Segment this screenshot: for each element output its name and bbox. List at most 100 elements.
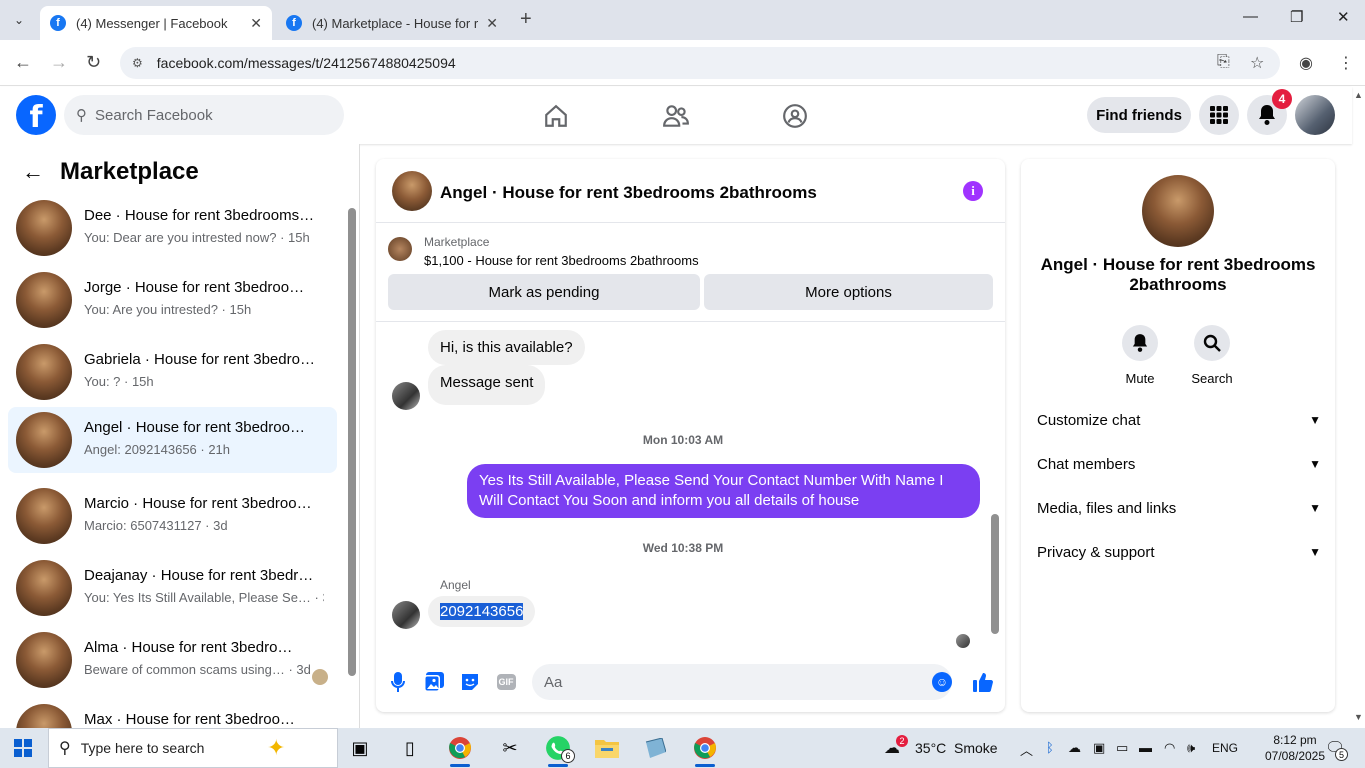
microphone-icon[interactable] bbox=[387, 671, 409, 693]
customize-chat-row[interactable]: Customize chat ▼ bbox=[1037, 408, 1321, 432]
mark-as-pending-button[interactable]: Mark as pending bbox=[388, 274, 700, 310]
chrome-profile-icon[interactable] bbox=[691, 734, 719, 767]
battery-icon[interactable]: ▬ bbox=[1139, 740, 1152, 755]
profile-icon[interactable]: ◉ bbox=[1299, 53, 1313, 73]
facebook-favicon-icon: f bbox=[286, 15, 302, 31]
close-tab-icon[interactable]: ✕ bbox=[486, 15, 498, 32]
message-bubble-received: Hi, is this available? bbox=[428, 330, 585, 365]
sticker-icon[interactable] bbox=[459, 671, 481, 693]
find-friends-button[interactable]: Find friends bbox=[1087, 97, 1191, 133]
conversation-avatar bbox=[16, 412, 72, 468]
file-icon[interactable]: ▯ bbox=[396, 734, 424, 762]
weather-text[interactable]: Smoke bbox=[954, 740, 998, 756]
back-arrow-icon[interactable]: ← bbox=[22, 159, 44, 185]
reload-icon[interactable]: ↻ bbox=[86, 52, 101, 73]
more-options-button[interactable]: More options bbox=[704, 274, 993, 310]
gif-icon[interactable]: GIF bbox=[495, 671, 517, 693]
conversation-item-deajanay[interactable]: Deajanay · House for rent 3bedr… You: Ye… bbox=[8, 555, 337, 621]
chrome-icon[interactable] bbox=[446, 734, 474, 767]
mute-button[interactable]: Mute bbox=[1110, 325, 1170, 386]
notification-center-badge: 5 bbox=[1335, 748, 1348, 761]
whatsapp-icon[interactable]: 6 bbox=[544, 734, 575, 767]
thumbs-up-icon[interactable] bbox=[972, 671, 994, 693]
search-in-chat-button[interactable]: Search bbox=[1182, 325, 1242, 386]
search-icon bbox=[1194, 325, 1230, 361]
conversation-avatar bbox=[16, 200, 72, 256]
contact-avatar[interactable] bbox=[1142, 175, 1214, 247]
close-tab-icon[interactable]: ✕ bbox=[250, 15, 262, 32]
language-indicator[interactable]: ENG bbox=[1212, 741, 1238, 755]
sidebar-header: ← Marketplace bbox=[22, 158, 199, 186]
maximize-icon[interactable]: ❐ bbox=[1290, 8, 1303, 26]
chat-scrollbar[interactable] bbox=[990, 324, 1000, 649]
facebook-search-input[interactable]: ⚲ Search Facebook bbox=[64, 95, 344, 135]
tab-messenger[interactable]: f (4) Messenger | Facebook ✕ bbox=[40, 6, 272, 40]
volume-icon[interactable]: 🕪 bbox=[1187, 740, 1195, 756]
sidebar-scrollbar[interactable] bbox=[347, 194, 357, 724]
address-bar: ← → ↻ ⚙ facebook.com/messages/t/24125674… bbox=[0, 40, 1365, 86]
media-files-links-row[interactable]: Media, files and links ▼ bbox=[1037, 496, 1321, 520]
conversation-item-angel[interactable]: Angel · House for rent 3bedroo… Angel: 2… bbox=[8, 407, 337, 473]
tab-marketplace[interactable]: f (4) Marketplace - House for rent ✕ bbox=[276, 6, 508, 40]
device-icon[interactable]: ▣ bbox=[1093, 740, 1105, 756]
windows-start-icon[interactable] bbox=[14, 739, 32, 757]
message-input[interactable]: Aa bbox=[532, 664, 952, 700]
facebook-header: f ⚲ Search Facebook Find friends bbox=[0, 87, 1352, 144]
photo-icon[interactable] bbox=[423, 671, 445, 693]
conversation-item-jorge[interactable]: Jorge · House for rent 3bedroo… You: Are… bbox=[8, 267, 337, 333]
conversation-item-gabriela[interactable]: Gabriela · House for rent 3bedro… You: ?… bbox=[8, 339, 337, 405]
wifi-icon[interactable]: ◠ bbox=[1164, 740, 1175, 756]
groups-icon[interactable] bbox=[780, 101, 810, 131]
info-icon[interactable]: i bbox=[963, 181, 983, 201]
conversation-avatar bbox=[16, 704, 72, 728]
task-view-icon[interactable]: ▣ bbox=[346, 734, 374, 762]
emoji-icon[interactable]: ☺ bbox=[932, 672, 952, 692]
home-icon[interactable] bbox=[541, 101, 571, 131]
minimize-icon[interactable]: — bbox=[1243, 8, 1258, 25]
new-tab-icon[interactable]: + bbox=[520, 8, 532, 31]
page-scroll-up-arrow-icon[interactable]: ▲ bbox=[1354, 90, 1363, 100]
close-window-icon[interactable]: ✕ bbox=[1337, 8, 1350, 26]
menu-grid-icon[interactable] bbox=[1199, 95, 1239, 135]
chat-avatar[interactable] bbox=[392, 171, 432, 211]
menu-dots-icon[interactable]: ⋮ bbox=[1338, 53, 1354, 73]
account-avatar[interactable] bbox=[1295, 95, 1335, 135]
url-field[interactable]: ⚙ facebook.com/messages/t/24125674880425… bbox=[120, 47, 1280, 79]
notification-badge: 4 bbox=[1272, 89, 1292, 109]
file-explorer-icon[interactable] bbox=[593, 734, 621, 762]
message-bubble-sent: Yes Its Still Available, Please Send You… bbox=[467, 464, 980, 518]
conversation-item-alma[interactable]: Alma · House for rent 3bedro… Beware of … bbox=[8, 627, 337, 693]
chat-header: Angel · House for rent 3bedrooms 2bathro… bbox=[376, 159, 1005, 223]
install-app-icon[interactable]: ⎘ bbox=[1217, 53, 1230, 71]
cloud-off-icon[interactable]: ☁ bbox=[1068, 740, 1081, 756]
conversation-avatar bbox=[16, 488, 72, 544]
timestamp: Wed 10:38 PM bbox=[642, 541, 724, 555]
system-clock[interactable]: 8:12 pm 07/08/2025 bbox=[1255, 732, 1335, 764]
taskbar-search-input[interactable]: ⚲ Type here to search ✦ bbox=[48, 728, 338, 768]
chat-title[interactable]: Angel · House for rent 3bedrooms 2bathro… bbox=[440, 183, 817, 203]
conversation-item-max[interactable]: Max · House for rent 3bedroo… bbox=[8, 699, 337, 728]
sidebar-scrollbar-thumb[interactable] bbox=[348, 208, 356, 676]
chat-members-row[interactable]: Chat members ▼ bbox=[1037, 452, 1321, 476]
site-info-icon[interactable]: ⚙ bbox=[132, 56, 143, 70]
snipping-tool-icon[interactable]: ✂ bbox=[496, 734, 524, 762]
privacy-support-row[interactable]: Privacy & support ▼ bbox=[1037, 540, 1321, 564]
forward-icon[interactable]: → bbox=[50, 52, 68, 73]
sidebar-title: Marketplace bbox=[60, 158, 199, 185]
chevron-up-icon[interactable]: ︿ bbox=[1020, 740, 1033, 759]
facebook-logo-icon[interactable]: f bbox=[16, 95, 56, 135]
bluetooth-icon[interactable]: ᛒ bbox=[1046, 740, 1054, 755]
bell-icon bbox=[1122, 325, 1158, 361]
timestamp: Mon 10:03 AM bbox=[642, 433, 724, 447]
notes-app-icon[interactable] bbox=[641, 734, 669, 762]
bookmark-star-icon[interactable]: ☆ bbox=[1250, 53, 1264, 73]
tab-search-chevron-icon[interactable]: ⌄ bbox=[6, 8, 32, 32]
page-scroll-down-arrow-icon[interactable]: ▼ bbox=[1354, 712, 1363, 722]
conversation-item-dee[interactable]: Dee · House for rent 3bedrooms… You: Dea… bbox=[8, 195, 337, 261]
temperature-text[interactable]: 35°C bbox=[915, 740, 946, 756]
conversation-item-marcio[interactable]: Marcio · House for rent 3bedroo… Marcio:… bbox=[8, 483, 337, 549]
back-icon[interactable]: ← bbox=[14, 52, 32, 73]
chat-scrollbar-thumb[interactable] bbox=[991, 514, 999, 634]
friends-icon[interactable] bbox=[661, 101, 691, 131]
display-icon[interactable]: ▭ bbox=[1116, 740, 1128, 756]
